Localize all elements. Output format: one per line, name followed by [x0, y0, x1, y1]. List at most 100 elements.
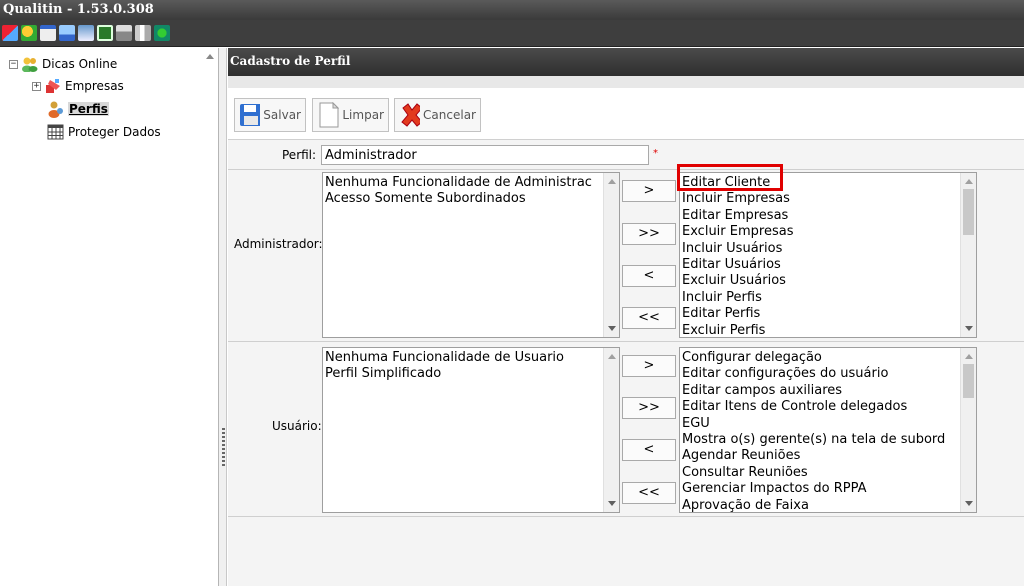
- list-item[interactable]: Gerenciar Impactos do RPPA: [682, 481, 976, 497]
- splitter-grip-icon[interactable]: [222, 428, 225, 468]
- list-item[interactable]: Incluir Perfis: [682, 290, 976, 306]
- scroll-down-icon[interactable]: [965, 501, 973, 506]
- required-mark: *: [653, 148, 658, 159]
- list-item[interactable]: Editar configurações do usuário: [682, 366, 976, 382]
- scroll-down-icon[interactable]: [608, 501, 616, 506]
- perfil-input[interactable]: [321, 145, 649, 165]
- list-item[interactable]: Configurar delegação: [682, 350, 976, 366]
- panel-title: Cadastro de Perfil: [228, 48, 1024, 76]
- list-item[interactable]: EGU: [682, 416, 976, 432]
- list-item[interactable]: Aprovação de Faixa: [682, 498, 976, 512]
- user-assigned-list[interactable]: Nenhuma Funcionalidade de Usuario Perfil…: [322, 347, 620, 513]
- books-icon[interactable]: [135, 25, 151, 41]
- window-title: Qualitin - 1.53.0.308: [0, 0, 1024, 20]
- tree-root[interactable]: − Dicas Online: [9, 56, 117, 72]
- admin-label: Administrador:: [234, 237, 323, 251]
- print-icon[interactable]: [116, 25, 132, 41]
- list-item[interactable]: Consultar Reuniões: [682, 465, 976, 481]
- add-one-button[interactable]: >: [622, 355, 676, 377]
- scroll-down-icon[interactable]: [608, 326, 616, 331]
- list-item[interactable]: Incluir Usuários: [682, 241, 976, 257]
- scroll-thumb[interactable]: [963, 364, 974, 398]
- save-button-label: Salvar: [263, 108, 301, 122]
- user-label: Usuário:: [272, 419, 322, 433]
- cancel-button[interactable]: Cancelar: [394, 98, 481, 132]
- list-item[interactable]: Agendar Reuniões: [682, 448, 976, 464]
- add-all-button[interactable]: >>: [622, 223, 676, 245]
- list-item[interactable]: Acesso Somente Subordinados: [325, 191, 619, 207]
- tree-item-label: Empresas: [65, 79, 124, 93]
- add-all-button[interactable]: >>: [622, 397, 676, 419]
- action-bar: Salvar Limpar Cancelar: [228, 88, 1024, 140]
- list-item[interactable]: Excluir Empresas: [682, 224, 976, 240]
- expand-icon[interactable]: +: [32, 81, 41, 91]
- users-icon[interactable]: [21, 25, 37, 41]
- users-group-icon: [22, 57, 38, 72]
- calendar-icon[interactable]: [40, 25, 56, 41]
- scrollbar[interactable]: [603, 348, 619, 512]
- remove-all-button[interactable]: <<: [622, 482, 676, 504]
- red-x-icon: [401, 103, 421, 127]
- list-item[interactable]: Excluir Perfis: [682, 323, 976, 337]
- scroll-up-icon[interactable]: [608, 179, 616, 184]
- list-item[interactable]: Editar Perfis: [682, 306, 976, 322]
- scrollbar[interactable]: [960, 348, 976, 512]
- tree-scroll-up-icon[interactable]: [206, 54, 214, 59]
- profiles-icon: [48, 101, 63, 118]
- scroll-up-icon[interactable]: [608, 354, 616, 359]
- list-item[interactable]: Editar campos auxiliares: [682, 383, 976, 399]
- list-item[interactable]: Excluir Usuários: [682, 273, 976, 289]
- list-item[interactable]: Editar Empresas: [682, 208, 976, 224]
- scroll-thumb[interactable]: [963, 189, 974, 235]
- calendar-grid-icon: [47, 124, 64, 140]
- perfil-label: Perfil:: [282, 148, 317, 162]
- divider: [228, 341, 1024, 342]
- cancel-button-label: Cancelar: [423, 108, 476, 122]
- clear-button-label: Limpar: [342, 108, 384, 122]
- content-panel: Cadastro de Perfil Salvar Limpar Cancela…: [228, 48, 1024, 586]
- companies-icon: [46, 79, 60, 93]
- panel-subheader: [228, 76, 1024, 88]
- tree-item-proteger-dados[interactable]: Proteger Dados: [47, 124, 161, 140]
- main-toolbar: [0, 20, 1024, 47]
- clear-button[interactable]: Limpar: [312, 98, 389, 132]
- tree-item-label: Perfis: [68, 102, 109, 116]
- refresh-icon[interactable]: [154, 25, 170, 41]
- remove-one-button[interactable]: <: [622, 439, 676, 461]
- list-item[interactable]: Editar Usuários: [682, 257, 976, 273]
- scroll-down-icon[interactable]: [965, 326, 973, 331]
- list-item[interactable]: Nenhuma Funcionalidade de Usuario: [325, 350, 619, 366]
- scrollbar[interactable]: [603, 173, 619, 337]
- user-available-list[interactable]: Configurar delegação Editar configuraçõe…: [679, 347, 977, 513]
- chart-icon[interactable]: [59, 25, 75, 41]
- collapse-icon[interactable]: −: [9, 59, 18, 69]
- tree-root-label: Dicas Online: [42, 57, 118, 71]
- save-button[interactable]: Salvar: [234, 98, 306, 132]
- brush-icon[interactable]: [2, 25, 18, 41]
- remove-one-button[interactable]: <: [622, 265, 676, 287]
- remove-all-button[interactable]: <<: [622, 307, 676, 329]
- add-one-button[interactable]: >: [622, 180, 676, 202]
- admin-assigned-list[interactable]: Nenhuma Funcionalidade de Administrac Ac…: [322, 172, 620, 338]
- navigation-tree: − Dicas Online + Empresas Perfis Protege…: [0, 48, 219, 586]
- list-item[interactable]: Editar Itens de Controle delegados: [682, 399, 976, 415]
- blank-document-icon: [319, 102, 340, 128]
- scroll-up-icon[interactable]: [965, 179, 973, 184]
- scrollbar[interactable]: [960, 173, 976, 337]
- admin-available-list[interactable]: Editar Cliente Incluir Empresas Editar E…: [679, 172, 977, 338]
- profile-form: Perfil: * Administrador: Nenhuma Funcion…: [228, 140, 1024, 520]
- list-item[interactable]: Incluir Empresas: [682, 191, 976, 207]
- report-icon[interactable]: [78, 25, 94, 41]
- scroll-up-icon[interactable]: [965, 354, 973, 359]
- highlight-box: [677, 164, 783, 191]
- divider: [228, 169, 1024, 170]
- tree-item-empresas[interactable]: + Empresas: [32, 78, 124, 94]
- tree-item-perfis[interactable]: Perfis: [47, 100, 109, 118]
- panel-splitter[interactable]: [219, 48, 227, 586]
- list-item[interactable]: Mostra o(s) gerente(s) na tela de subord: [682, 432, 976, 448]
- excel-icon[interactable]: [97, 25, 113, 41]
- tree-item-label: Proteger Dados: [68, 125, 161, 139]
- list-item[interactable]: Perfil Simplificado: [325, 366, 619, 382]
- list-item[interactable]: Nenhuma Funcionalidade de Administrac: [325, 175, 619, 191]
- floppy-disk-icon: [240, 104, 261, 126]
